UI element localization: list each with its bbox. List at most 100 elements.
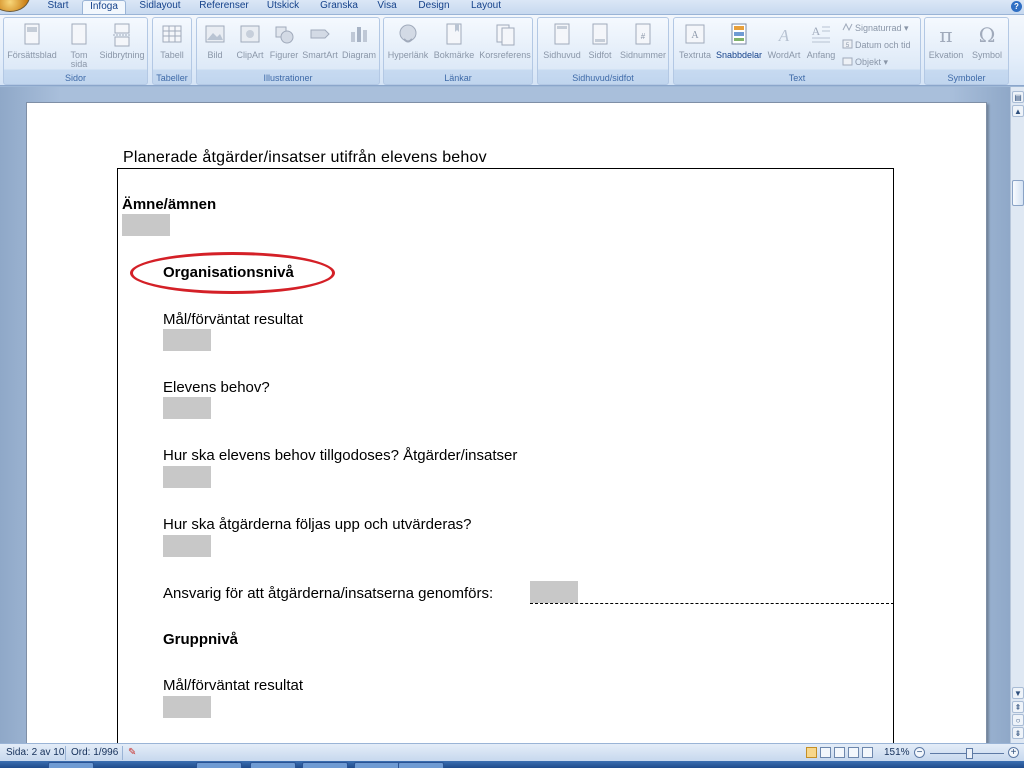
ruler-toggle-icon[interactable]: ▤ <box>1012 91 1024 103</box>
cover-page-button[interactable]: Försättsblad <box>6 20 58 74</box>
object-button[interactable]: Objekt ▾ <box>842 55 888 69</box>
cross-reference-button[interactable]: Korsreferens <box>478 20 532 74</box>
proofing-icon[interactable]: ✎ <box>128 747 136 759</box>
page-number-button[interactable]: # Sidnummer <box>618 20 668 74</box>
taskbar-button[interactable] <box>48 762 94 768</box>
quick-parts-label: Snabbdelar <box>715 50 763 60</box>
taskbar-button[interactable] <box>250 762 296 768</box>
zoom-slider-thumb[interactable] <box>966 748 973 759</box>
group-sidhuvud-sidfot: Sidhuvud Sidfot # Sidnummer Sidhuvud/sid… <box>537 17 669 85</box>
chart-button[interactable]: Diagram <box>339 20 379 74</box>
quick-parts-button[interactable]: Snabbdelar <box>714 20 764 74</box>
zoom-out-icon[interactable]: − <box>914 747 925 758</box>
wordart-label: WordArt <box>767 50 801 60</box>
outline-view-icon[interactable] <box>848 747 859 758</box>
wordart-button[interactable]: A WordArt <box>764 20 804 74</box>
org-measures-field[interactable] <box>163 466 211 488</box>
dropcap-label: Anfang <box>806 50 836 60</box>
group-label-lankar: Länkar <box>444 73 472 83</box>
date-time-label: Datum och tid <box>855 40 911 50</box>
hyperlink-button[interactable]: Hyperlänk <box>386 20 430 74</box>
group-tabeller: Tabell Tabeller <box>152 17 192 85</box>
table-label: Tabell <box>160 50 184 60</box>
subject-field[interactable] <box>122 214 170 236</box>
footer-icon <box>592 23 608 45</box>
blank-page-button[interactable]: Tom sida <box>64 20 94 74</box>
page-break-button[interactable]: Sidbrytning <box>96 20 148 74</box>
org-goal-label: Mål/förväntat resultat <box>163 311 304 328</box>
date-time-button[interactable]: 5 Datum och tid <box>842 38 911 52</box>
group-label-illustrationer: Illustrationer <box>263 73 313 83</box>
bookmark-icon <box>446 23 462 45</box>
group-label-text: Text <box>788 73 806 83</box>
tab-visa[interactable]: Visa <box>374 0 400 14</box>
tab-referenser[interactable]: Referenser <box>197 0 251 14</box>
textbox-button[interactable]: A Textruta <box>676 20 714 74</box>
office-button[interactable] <box>0 0 30 12</box>
hyperlink-icon <box>399 24 417 43</box>
chart-label: Diagram <box>341 50 376 60</box>
page-count[interactable]: Sida: 2 av 10 <box>6 747 64 759</box>
previous-page-icon[interactable]: ⇞ <box>1012 701 1024 713</box>
group-illustrationer: Bild ClipArt Figurer SmartArt Diagram Il… <box>196 17 380 85</box>
scroll-thumb[interactable] <box>1012 180 1024 206</box>
header-button[interactable]: Sidhuvud <box>540 20 584 74</box>
dropcap-button[interactable]: A Anfang <box>802 20 840 74</box>
full-screen-view-icon[interactable] <box>820 747 831 758</box>
draft-view-icon[interactable] <box>862 747 873 758</box>
taskbar-button[interactable] <box>398 762 444 768</box>
svg-text:A: A <box>778 26 790 45</box>
print-layout-view-icon[interactable] <box>806 747 817 758</box>
zoom-level[interactable]: 151% <box>884 747 910 759</box>
cover-page-icon <box>24 23 40 45</box>
pi-icon: π <box>939 23 952 47</box>
tab-design[interactable]: Design <box>414 0 454 14</box>
tab-start[interactable]: Start <box>44 0 72 14</box>
taskbar-button[interactable] <box>302 762 348 768</box>
equation-label: Ekvation <box>928 50 964 60</box>
taskbar-button[interactable] <box>354 762 400 768</box>
page-break-icon <box>113 23 131 47</box>
shapes-label: Figurer <box>269 50 299 60</box>
tab-infoga[interactable]: Infoga <box>82 0 126 14</box>
clipart-label: ClipArt <box>236 50 264 60</box>
org-followup-field[interactable] <box>163 535 211 557</box>
clipart-button[interactable]: ClipArt <box>233 20 267 74</box>
scroll-down-icon[interactable]: ▼ <box>1012 687 1024 699</box>
browse-object-icon[interactable]: ○ <box>1012 714 1024 726</box>
table-button[interactable]: Tabell <box>153 20 191 74</box>
group-symboler: π Ekvation Ω Symbol Symboler <box>924 17 1009 85</box>
tab-layout[interactable]: Layout <box>466 0 506 14</box>
smartart-button[interactable]: SmartArt <box>301 20 339 74</box>
symbol-button[interactable]: Ω Symbol <box>967 20 1007 74</box>
tab-granska[interactable]: Granska <box>317 0 361 14</box>
org-needs-field[interactable] <box>163 397 211 419</box>
hyperlink-label: Hyperlänk <box>387 50 429 60</box>
word-count[interactable]: Ord: 1/996 <box>71 747 118 759</box>
help-icon[interactable]: ? <box>1011 1 1022 12</box>
tab-utskick[interactable]: Utskick <box>263 0 303 14</box>
taskbar-button[interactable] <box>196 762 242 768</box>
web-layout-view-icon[interactable] <box>834 747 845 758</box>
footer-button[interactable]: Sidfot <box>584 20 616 74</box>
group-goal-label: Mål/förväntat resultat <box>163 677 304 694</box>
footer-label: Sidfot <box>588 50 612 60</box>
signature-line-button[interactable]: Signaturrad ▾ <box>842 21 909 35</box>
vertical-scrollbar[interactable]: ▤ ▲ ▼ ⇞ ○ ⇟ <box>1010 87 1024 743</box>
picture-button[interactable]: Bild <box>199 20 231 74</box>
svg-text:Ω: Ω <box>979 23 996 47</box>
scroll-up-icon[interactable]: ▲ <box>1012 105 1024 117</box>
header-icon <box>554 23 570 45</box>
org-followup-label: Hur ska åtgärderna följas upp och utvärd… <box>163 516 472 533</box>
org-responsible-field[interactable] <box>530 581 578 603</box>
equation-button[interactable]: π Ekvation <box>925 20 967 74</box>
next-page-icon[interactable]: ⇟ <box>1012 727 1024 739</box>
group-goal-field[interactable] <box>163 696 211 718</box>
shapes-button[interactable]: Figurer <box>267 20 301 74</box>
chart-icon <box>351 27 367 42</box>
subject-label: Ämne/ämnen <box>122 196 217 213</box>
org-goal-field[interactable] <box>163 329 211 351</box>
tab-sidlayout[interactable]: Sidlayout <box>136 0 184 14</box>
zoom-in-icon[interactable]: + <box>1008 747 1019 758</box>
bookmark-button[interactable]: Bokmärke <box>432 20 476 74</box>
